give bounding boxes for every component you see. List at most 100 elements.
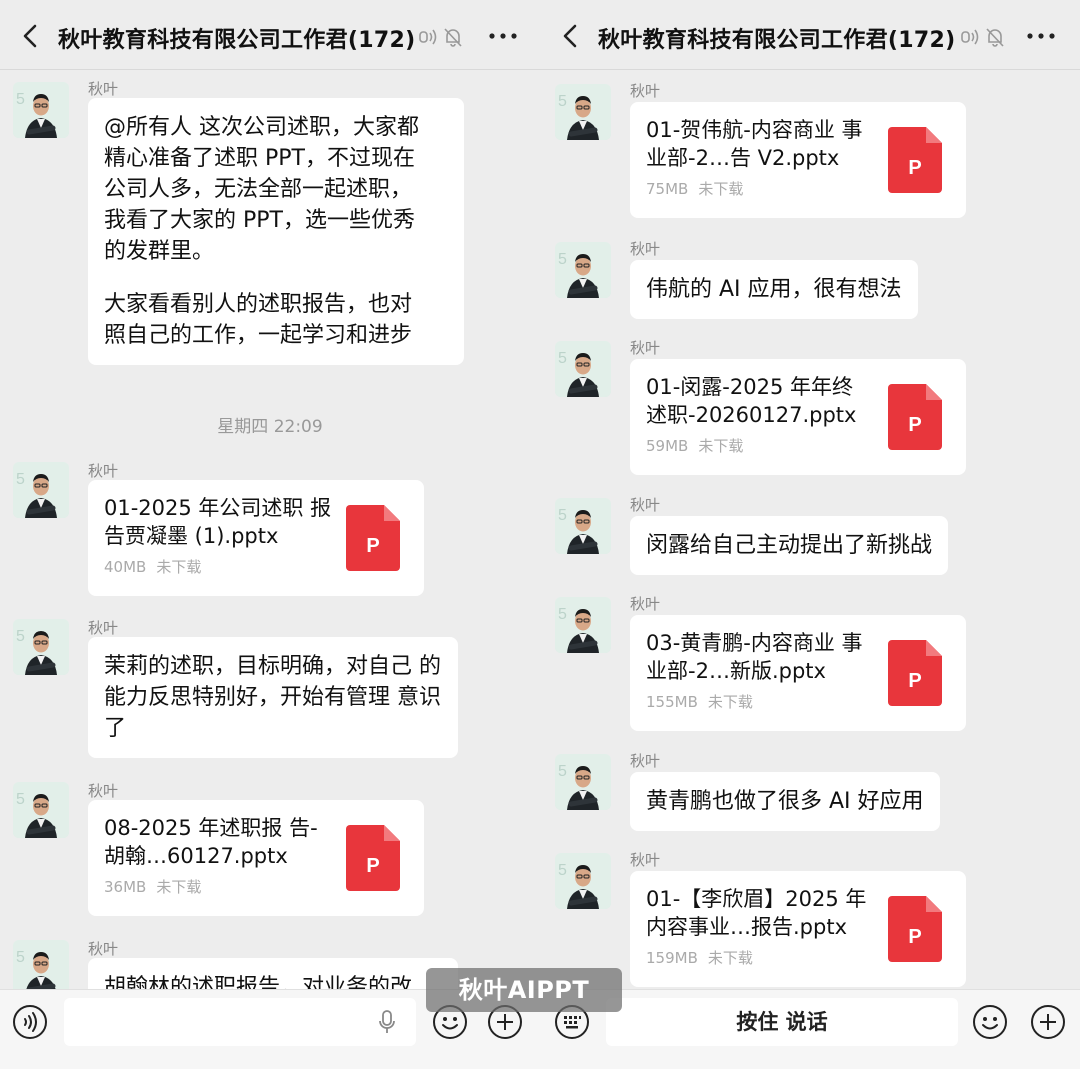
ppt-file-icon: P [346, 825, 400, 891]
avatar[interactable]: 5 [555, 84, 611, 140]
file-status: 未下载 [156, 558, 202, 576]
svg-text:5: 5 [558, 251, 567, 268]
file-size: 159MB [646, 949, 698, 967]
ppt-file-letter: P [908, 157, 921, 179]
header-status-icons [960, 26, 1006, 48]
file-status: 未下载 [707, 949, 753, 967]
emoji-icon[interactable] [972, 1004, 1008, 1040]
voice-wave-icon [961, 29, 979, 45]
avatar[interactable]: 5 [13, 940, 69, 989]
file-meta: 40MB 未下载 [104, 556, 201, 577]
sender-name: 秋叶 [630, 496, 661, 514]
ppt-file-icon: P [888, 127, 942, 193]
avatar[interactable]: 5 [555, 498, 611, 554]
svg-text:5: 5 [558, 93, 567, 110]
ppt-file-icon: P [888, 896, 942, 962]
avatar[interactable]: 5 [13, 619, 69, 675]
file-card[interactable]: 01-【李欣眉】2025 年 内容事业…报告.pptx 159MB 未下载 P [630, 871, 966, 987]
ppt-file-letter: P [366, 855, 379, 877]
plus-icon[interactable] [1030, 1004, 1066, 1040]
message-bubble[interactable]: 伟航的 AI 应用，很有想法 [630, 260, 918, 319]
mute-bell-icon [986, 28, 1004, 47]
avatar[interactable]: 5 [13, 782, 69, 838]
file-size: 36MB [104, 878, 147, 896]
ppt-file-icon: P [346, 505, 400, 571]
avatar[interactable]: 5 [13, 82, 69, 138]
svg-text:5: 5 [16, 949, 25, 966]
svg-text:5: 5 [16, 471, 25, 488]
sender-name: 秋叶 [88, 940, 119, 958]
message-text-para-2: 大家看看别人的述职报告，也对 照自己的工作，一起学习和进步 [104, 292, 413, 348]
chat-header: 秋叶教育科技有限公司工作君(172) [0, 0, 540, 70]
message-bubble[interactable]: 闵露给自己主动提出了新挑战 [630, 516, 949, 575]
file-size: 40MB [104, 558, 147, 576]
svg-text:5: 5 [16, 91, 25, 108]
svg-text:5: 5 [558, 507, 567, 524]
message-input[interactable] [64, 998, 416, 1046]
back-arrow-icon[interactable] [558, 22, 586, 50]
file-meta: 155MB 未下载 [646, 691, 753, 712]
file-size: 59MB [646, 437, 689, 455]
file-meta: 159MB 未下载 [646, 947, 753, 968]
back-arrow-icon[interactable] [18, 22, 46, 50]
timestamp: 星期四 22:09 [217, 417, 323, 437]
file-card[interactable]: 08-2025 年述职报 告-胡翰…60127.pptx 36MB 未下载 P [88, 800, 424, 916]
file-card[interactable]: 01-2025 年公司述职 报告贾凝墨 (1).pptx 40MB 未下载 P [88, 480, 424, 596]
file-status: 未下载 [707, 693, 753, 711]
sender-name: 秋叶 [630, 595, 661, 613]
more-icon[interactable] [484, 24, 524, 48]
sender-name: 秋叶 [630, 752, 661, 770]
file-status: 未下载 [156, 878, 202, 896]
file-name: 01-闵露-2025 年年终 述职-20260127.pptx [646, 375, 857, 427]
chat-title: 秋叶教育科技有限公司工作君(172) [58, 28, 416, 53]
sender-name: 秋叶 [88, 80, 119, 98]
svg-text:5: 5 [558, 606, 567, 623]
sender-name: 秋叶 [88, 782, 119, 800]
file-size: 75MB [646, 180, 689, 198]
file-name: 01-贺伟航-内容商业 事业部-2…告 V2.pptx [646, 118, 863, 170]
chat-title: 秋叶教育科技有限公司工作君(172) [598, 28, 956, 53]
mute-bell-icon [444, 28, 462, 47]
avatar[interactable]: 5 [555, 242, 611, 298]
sender-name: 秋叶 [630, 339, 661, 357]
file-card[interactable]: 01-贺伟航-内容商业 事业部-2…告 V2.pptx 75MB 未下载 P [630, 102, 966, 218]
sender-name: 秋叶 [88, 619, 119, 637]
ppt-file-icon: P [888, 384, 942, 450]
chat-panel-left: 秋叶教育科技有限公司工作君(172) 5 秋叶 @所有人 这次公司述职，大家都 … [0, 0, 540, 1069]
voice-wave-icon [419, 29, 437, 45]
chat-panel-right: 秋叶教育科技有限公司工作君(172) 5 秋叶 01-贺伟航-内容商业 事业部-… [540, 0, 1080, 1069]
svg-text:5: 5 [16, 628, 25, 645]
file-status: 未下载 [698, 437, 744, 455]
more-icon[interactable] [1022, 24, 1062, 48]
svg-text:5: 5 [558, 862, 567, 879]
avatar[interactable]: 5 [555, 341, 611, 397]
file-card[interactable]: 01-闵露-2025 年年终 述职-20260127.pptx 59MB 未下载 … [630, 359, 966, 475]
message-text-para-1: @所有人 这次公司述职，大家都 精心准备了述职 PPT，不过现在 公司人多，无法… [104, 115, 419, 264]
avatar[interactable]: 5 [13, 462, 69, 518]
voice-input-icon[interactable] [12, 1004, 48, 1040]
file-meta: 59MB 未下载 [646, 435, 743, 456]
mic-icon[interactable] [378, 1010, 396, 1034]
file-meta: 75MB 未下载 [646, 178, 743, 199]
avatar[interactable]: 5 [555, 754, 611, 810]
message-list[interactable]: 5 秋叶 01-贺伟航-内容商业 事业部-2…告 V2.pptx 75MB 未下载… [540, 70, 1080, 989]
sender-name: 秋叶 [630, 851, 661, 869]
file-card[interactable]: 03-黄青鹏-内容商业 事业部-2…新版.pptx 155MB 未下载 P [630, 615, 966, 731]
message-bubble[interactable]: @所有人 这次公司述职，大家都 精心准备了述职 PPT，不过现在 公司人多，无法… [88, 98, 464, 365]
ppt-file-letter: P [908, 670, 921, 692]
header-status-icons [418, 26, 464, 48]
message-bubble[interactable]: 茉莉的述职，目标明确，对自己 的能力反思特别好，开始有管理 意识了 [88, 637, 458, 758]
file-name: 01-2025 年公司述职 报告贾凝墨 (1).pptx [104, 496, 332, 548]
watermark: 秋叶AIPPT [426, 968, 622, 1012]
sender-name: 秋叶 [630, 82, 661, 100]
sender-name: 秋叶 [88, 462, 119, 480]
avatar[interactable]: 5 [555, 853, 611, 909]
message-bubble[interactable]: 胡翰林的述职报告，对业务的改 [88, 958, 458, 989]
hold-to-talk-button[interactable]: 按住 说话 [606, 998, 958, 1046]
file-size: 155MB [646, 693, 698, 711]
ppt-file-letter: P [908, 414, 921, 436]
avatar[interactable]: 5 [555, 597, 611, 653]
ppt-file-letter: P [366, 535, 379, 557]
message-bubble[interactable]: 黄青鹏也做了很多 AI 好应用 [630, 772, 940, 831]
message-list[interactable]: 5 秋叶 @所有人 这次公司述职，大家都 精心准备了述职 PPT，不过现在 公司… [0, 70, 540, 989]
